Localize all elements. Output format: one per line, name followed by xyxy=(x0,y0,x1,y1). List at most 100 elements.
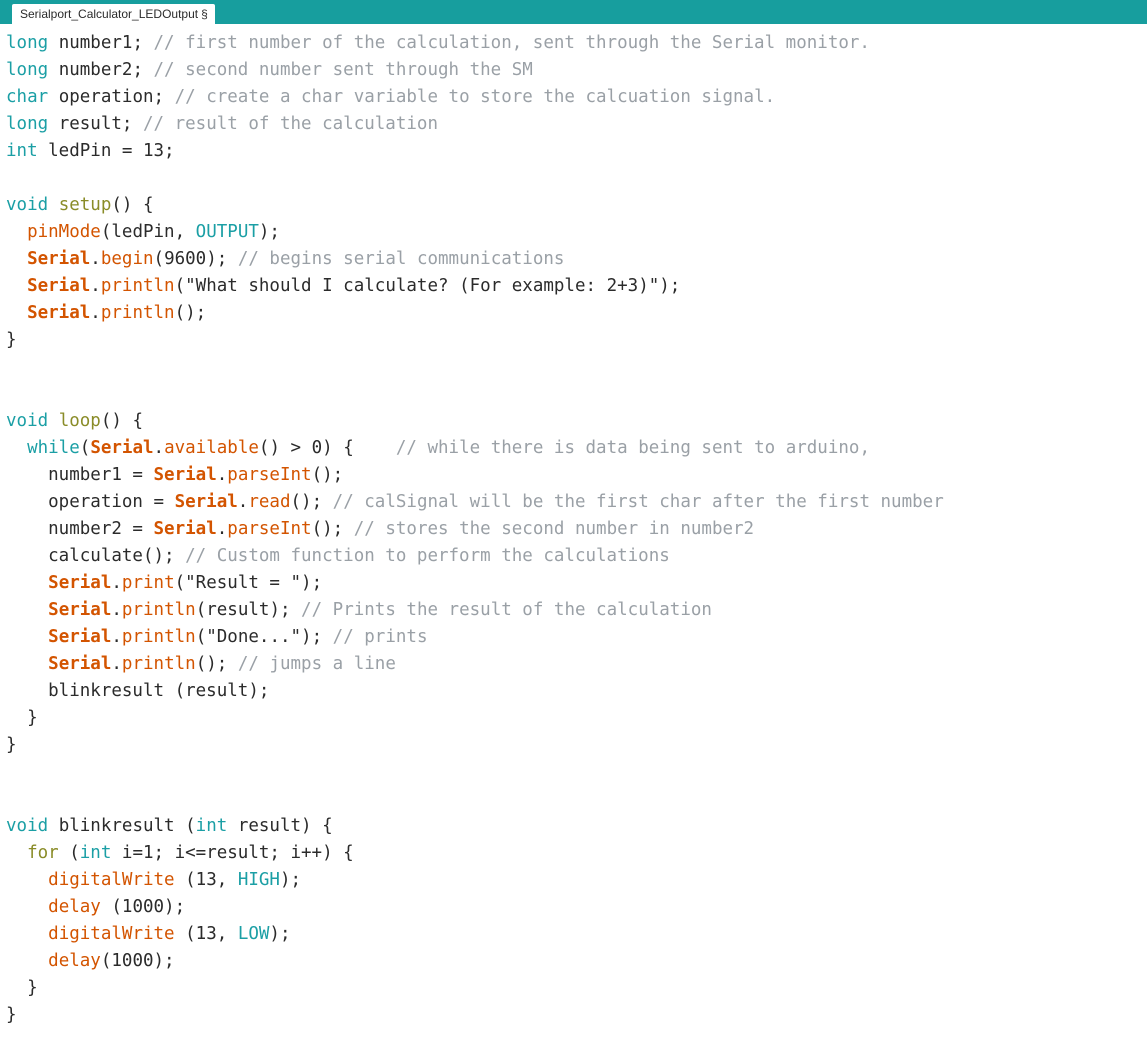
code-line[interactable] xyxy=(6,1029,1147,1038)
code-token: result) { xyxy=(227,816,333,836)
code-token: blinkresult ( xyxy=(48,816,196,836)
code-line[interactable]: number1 = Serial.parseInt(); xyxy=(6,462,1147,489)
code-line[interactable]: long number2; // second number sent thro… xyxy=(6,57,1147,84)
code-token: parseInt xyxy=(227,519,312,539)
code-token: ("What should I calculate? (For example:… xyxy=(174,276,681,296)
code-line[interactable]: } xyxy=(6,975,1147,1002)
code-token: ( xyxy=(79,438,91,458)
code-line[interactable] xyxy=(6,759,1147,786)
code-line[interactable]: Serial.println(); xyxy=(6,300,1147,327)
code-token: parseInt xyxy=(227,465,312,485)
code-line[interactable]: void blinkresult (int result) { xyxy=(6,813,1147,840)
code-token: . xyxy=(153,438,165,458)
code-token: i=1; i<=result; i++) { xyxy=(111,843,354,863)
code-token: // first number of the calculation, sent… xyxy=(153,33,870,53)
code-line[interactable]: long number1; // first number of the cal… xyxy=(6,30,1147,57)
code-token: // while there is data being sent to ard… xyxy=(395,438,870,458)
code-token: } xyxy=(6,978,38,998)
code-line[interactable]: pinMode(ledPin, OUTPUT); xyxy=(6,219,1147,246)
code-token: Serial xyxy=(153,519,217,539)
code-token: ); xyxy=(269,924,291,944)
code-line[interactable]: delay(1000); xyxy=(6,948,1147,975)
code-token: . xyxy=(216,465,228,485)
code-token: . xyxy=(90,249,101,269)
code-token: // result of the calculation xyxy=(142,114,438,134)
code-token: digitalWrite xyxy=(48,924,175,944)
code-token: while xyxy=(27,438,80,458)
code-line[interactable]: } xyxy=(6,327,1147,354)
code-line[interactable] xyxy=(6,381,1147,408)
code-token: delay xyxy=(48,951,101,971)
code-line[interactable]: char operation; // create a char variabl… xyxy=(6,84,1147,111)
code-line[interactable]: Serial.println(); // jumps a line xyxy=(6,651,1147,678)
code-line[interactable]: long result; // result of the calculatio… xyxy=(6,111,1147,138)
code-token: number2; xyxy=(48,60,154,80)
code-token: (1000); xyxy=(100,897,186,917)
code-token: (); xyxy=(311,465,344,485)
code-line[interactable]: digitalWrite (13, HIGH); xyxy=(6,867,1147,894)
code-token: println xyxy=(100,276,175,296)
code-token: . xyxy=(216,519,228,539)
code-token: void xyxy=(6,411,49,431)
code-token: (); xyxy=(174,303,207,323)
code-line[interactable]: Serial.println(result); // Prints the re… xyxy=(6,597,1147,624)
code-token: . xyxy=(111,600,122,620)
code-token: ); xyxy=(279,870,302,890)
code-token: ledPin = 13; xyxy=(37,141,175,161)
code-token: (13, xyxy=(174,870,238,890)
code-token: Serial xyxy=(27,249,91,269)
code-token: digitalWrite xyxy=(48,870,175,890)
code-line[interactable]: } xyxy=(6,705,1147,732)
code-token: (ledPin, xyxy=(100,222,196,242)
code-token: println xyxy=(121,654,196,674)
code-line[interactable]: digitalWrite (13, LOW); xyxy=(6,921,1147,948)
code-line[interactable]: void loop() { xyxy=(6,408,1147,435)
code-line[interactable]: Serial.begin(9600); // begins serial com… xyxy=(6,246,1147,273)
code-line[interactable]: for (int i=1; i<=result; i++) { xyxy=(6,840,1147,867)
code-line[interactable]: } xyxy=(6,1002,1147,1029)
code-token: (); xyxy=(311,519,354,539)
code-line[interactable] xyxy=(6,786,1147,813)
code-token: operation = xyxy=(6,492,175,512)
code-token: setup xyxy=(58,195,112,215)
code-token: . xyxy=(90,276,101,296)
code-token: (1000); xyxy=(100,951,175,971)
code-line[interactable]: delay (1000); xyxy=(6,894,1147,921)
code-token: calculate(); xyxy=(6,546,186,566)
code-line[interactable] xyxy=(6,165,1147,192)
code-line[interactable]: calculate(); // Custom function to perfo… xyxy=(6,543,1147,570)
code-line[interactable]: } xyxy=(6,732,1147,759)
code-token: // calSignal will be the first char afte… xyxy=(332,492,944,512)
code-token: println xyxy=(121,600,196,620)
code-token: // second number sent through the SM xyxy=(153,60,533,80)
editor-tab-serialport-calculator-ledoutput[interactable]: Serialport_Calculator_LEDOutput § xyxy=(12,4,215,24)
code-line[interactable] xyxy=(6,354,1147,381)
code-line[interactable]: Serial.print("Result = "); xyxy=(6,570,1147,597)
code-line[interactable]: operation = Serial.read(); // calSignal … xyxy=(6,489,1147,516)
code-line[interactable]: blinkresult (result); xyxy=(6,678,1147,705)
code-line[interactable]: number2 = Serial.parseInt(); // stores t… xyxy=(6,516,1147,543)
code-token: (9600); xyxy=(153,249,238,269)
code-line[interactable]: int ledPin = 13; xyxy=(6,138,1147,165)
code-line[interactable]: Serial.println("Done..."); // prints xyxy=(6,624,1147,651)
code-line[interactable]: Serial.println("What should I calculate?… xyxy=(6,273,1147,300)
code-token: // Custom function to perform the calcul… xyxy=(185,546,670,566)
code-line[interactable]: void setup() { xyxy=(6,192,1147,219)
code-token: delay xyxy=(48,897,101,917)
code-token: } xyxy=(6,735,17,755)
code-editor-area[interactable]: long number1; // first number of the cal… xyxy=(0,24,1147,1038)
code-line[interactable]: while(Serial.available() > 0) { // while… xyxy=(6,435,1147,462)
code-token: void xyxy=(6,816,49,836)
code-token: . xyxy=(111,654,122,674)
code-token: (); xyxy=(195,654,238,674)
code-token: Serial xyxy=(48,573,112,593)
